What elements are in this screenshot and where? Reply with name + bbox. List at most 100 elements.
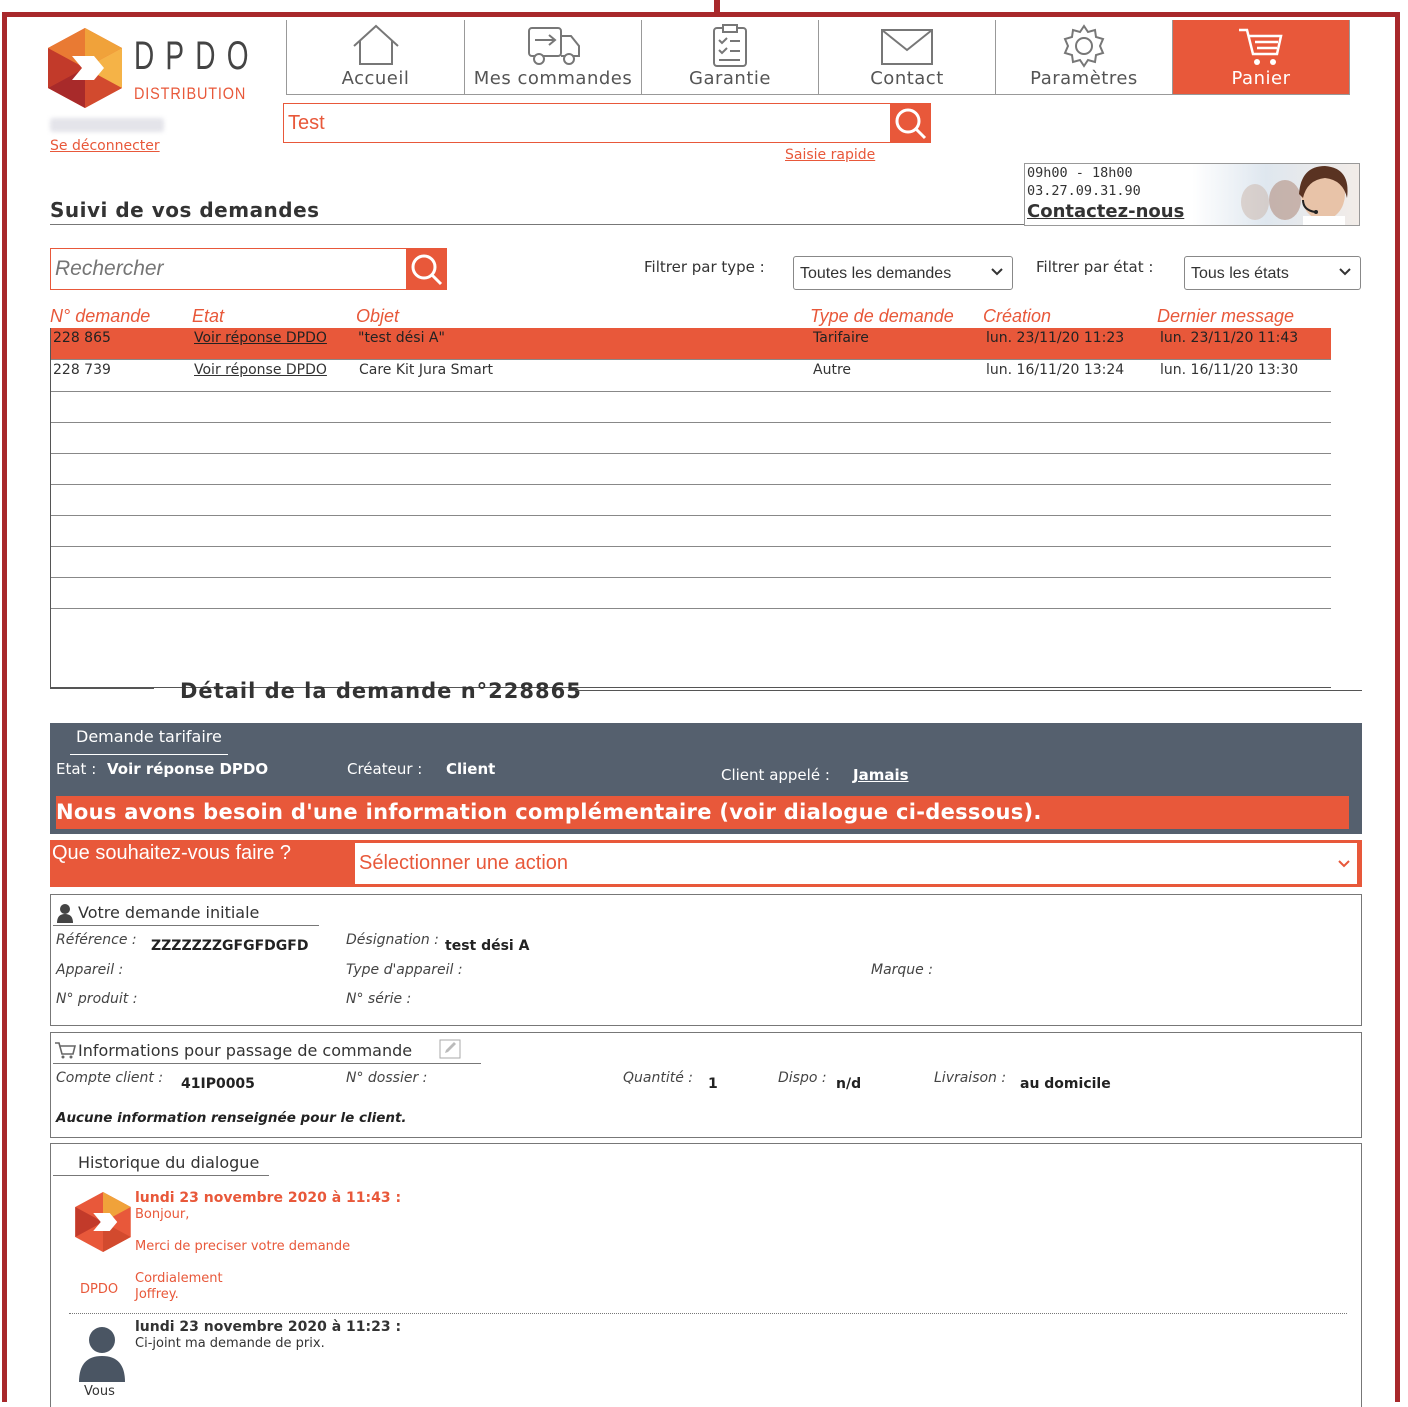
title-underline: [53, 1175, 269, 1176]
dossier-label: N° dossier :: [346, 1070, 428, 1086]
page-title: Suivi de vos demandes: [50, 198, 320, 222]
filter-state-value: Tous les états: [1191, 265, 1289, 282]
nav-panier[interactable]: Panier: [1172, 20, 1349, 94]
action-question: Que souhaitez-vous faire ?: [52, 842, 292, 864]
chevron-down-icon: [1339, 268, 1351, 276]
ref-value: ZZZZZZZGFGFDGFD: [151, 938, 309, 954]
gear-icon: [1063, 24, 1105, 68]
cell-etat-link[interactable]: Voir réponse DPDO: [194, 330, 327, 346]
truck-icon: [528, 27, 580, 65]
nav-label: Garantie: [689, 68, 771, 89]
col-header-objet[interactable]: Objet: [356, 306, 399, 327]
dpdo-logo-icon[interactable]: [48, 28, 122, 108]
empty-row: [51, 391, 1331, 423]
dpdo-avatar-icon: [75, 1192, 131, 1252]
chevron-down-icon: [1338, 860, 1350, 868]
logo-text: DPDO: [134, 34, 260, 78]
nav-label: Accueil: [341, 68, 410, 89]
home-icon: [352, 24, 399, 65]
detail-title: Détail de la demande n°228865: [180, 679, 582, 703]
message-line: Joffrey.: [135, 1287, 179, 1302]
nav-parametres[interactable]: Paramètres: [995, 20, 1172, 94]
nav-label: Paramètres: [1030, 68, 1138, 89]
compte-value: 41IP0005: [181, 1076, 255, 1092]
action-bar: Que souhaitez-vous faire ? Sélectionner …: [50, 840, 1362, 887]
history-panel: Historique du dialogue DPDO lundi 23 nov…: [50, 1143, 1362, 1407]
action-select-value: Sélectionner une action: [359, 852, 569, 874]
filter-type-value: Toutes les demandes: [800, 265, 952, 282]
filter-type-select[interactable]: Toutes les demandes: [793, 256, 1013, 290]
cart-icon: [55, 1042, 76, 1059]
quantite-value: 1: [708, 1076, 718, 1092]
message-author: DPDO: [80, 1282, 119, 1297]
cell-type: Tarifaire: [813, 330, 869, 346]
col-header-creation[interactable]: Création: [983, 306, 1051, 327]
livraison-value: au domicile: [1020, 1076, 1111, 1092]
divider: [568, 690, 1362, 691]
logo-subtitle: DISTRIBUTION: [134, 84, 247, 103]
compte-label: Compte client :: [56, 1070, 164, 1086]
cart-icon: [1239, 28, 1283, 65]
support-agents-image: [1241, 166, 1348, 225]
alert-text: Nous avons besoin d'une information comp…: [56, 800, 1042, 824]
cell-etat-link[interactable]: Voir réponse DPDO: [194, 362, 327, 378]
title-underline: [53, 1063, 481, 1064]
empty-row: [51, 422, 1331, 454]
quick-search-input[interactable]: [284, 104, 890, 142]
nav-label: Contact: [870, 68, 944, 89]
empty-row: [51, 515, 1331, 547]
designation-value: test dési A: [445, 938, 530, 954]
produit-label: N° produit :: [56, 991, 138, 1007]
detail-tab[interactable]: Demande tarifaire: [76, 727, 222, 746]
nav-contact[interactable]: Contact: [818, 20, 995, 94]
info-alert: Nous avons besoin d'une information comp…: [56, 796, 1349, 829]
contact-box: 09h00 - 18h00 03.27.09.31.90 Contactez-n…: [1024, 163, 1360, 226]
edit-icon[interactable]: [439, 1039, 461, 1059]
message-date: lundi 23 novembre 2020 à 11:43 :: [135, 1190, 402, 1206]
divider: [50, 688, 154, 689]
contact-hours: 09h00 - 18h00: [1027, 165, 1133, 181]
table-row[interactable]: 228 739 Voir réponse DPDO Care Kit Jura …: [51, 360, 1331, 392]
col-header-num[interactable]: N° demande: [50, 306, 150, 327]
nav-mes-commandes[interactable]: Mes commandes: [464, 20, 641, 94]
action-select[interactable]: Sélectionner une action: [355, 843, 1357, 884]
nav-accueil[interactable]: Accueil: [287, 20, 464, 94]
filter-state-select[interactable]: Tous les états: [1184, 256, 1361, 290]
nav-label: Panier: [1231, 68, 1291, 89]
filter-state-label: Filtrer par état :: [1036, 258, 1154, 276]
saisie-rapide-link[interactable]: Saisie rapide: [785, 147, 875, 163]
createur-value: Client: [446, 760, 496, 778]
user-icon: [57, 904, 73, 923]
ref-label: Référence :: [56, 932, 137, 948]
table-row[interactable]: 228 865 Voir réponse DPDO "test dési A" …: [51, 328, 1331, 360]
marque-label: Marque :: [871, 962, 933, 978]
message-line: Cordialement: [135, 1271, 223, 1286]
client-appele-label: Client appelé :: [721, 766, 830, 784]
client-appele-link[interactable]: Jamais: [853, 766, 909, 784]
nav-garantie[interactable]: Garantie: [641, 20, 818, 94]
empty-row: [51, 546, 1331, 578]
dispo-label: Dispo :: [778, 1070, 827, 1086]
col-header-etat[interactable]: Etat: [192, 306, 224, 327]
request-search-button[interactable]: [406, 248, 447, 290]
quick-search-button[interactable]: [890, 103, 931, 143]
createur-label: Créateur :: [347, 760, 423, 778]
col-header-type[interactable]: Type de demande: [810, 306, 954, 327]
contact-link[interactable]: Contactez-nous: [1027, 201, 1184, 222]
col-header-dernier[interactable]: Dernier message: [1157, 306, 1294, 327]
request-search-input[interactable]: [51, 249, 406, 289]
cell-objet: Care Kit Jura Smart: [359, 362, 494, 378]
main-nav: Accueil Mes commandes Garantie Contact P…: [286, 20, 1350, 95]
cell-num: 228 865: [53, 330, 111, 346]
type-appareil-label: Type d'appareil :: [346, 962, 463, 978]
message-date: lundi 23 novembre 2020 à 11:23 :: [135, 1319, 402, 1335]
quick-search-field[interactable]: [283, 103, 891, 143]
empty-row: [51, 484, 1331, 516]
request-search-field[interactable]: [50, 248, 407, 290]
cell-dernier: lun. 23/11/20 11:43: [1160, 330, 1299, 346]
user-avatar-icon: [79, 1327, 125, 1382]
logout-link[interactable]: Se déconnecter: [50, 138, 160, 154]
message-author: Vous: [84, 1384, 115, 1399]
dispo-value: n/d: [836, 1076, 862, 1092]
initial-request-panel: Votre demande initiale Référence : ZZZZZ…: [50, 894, 1362, 1026]
